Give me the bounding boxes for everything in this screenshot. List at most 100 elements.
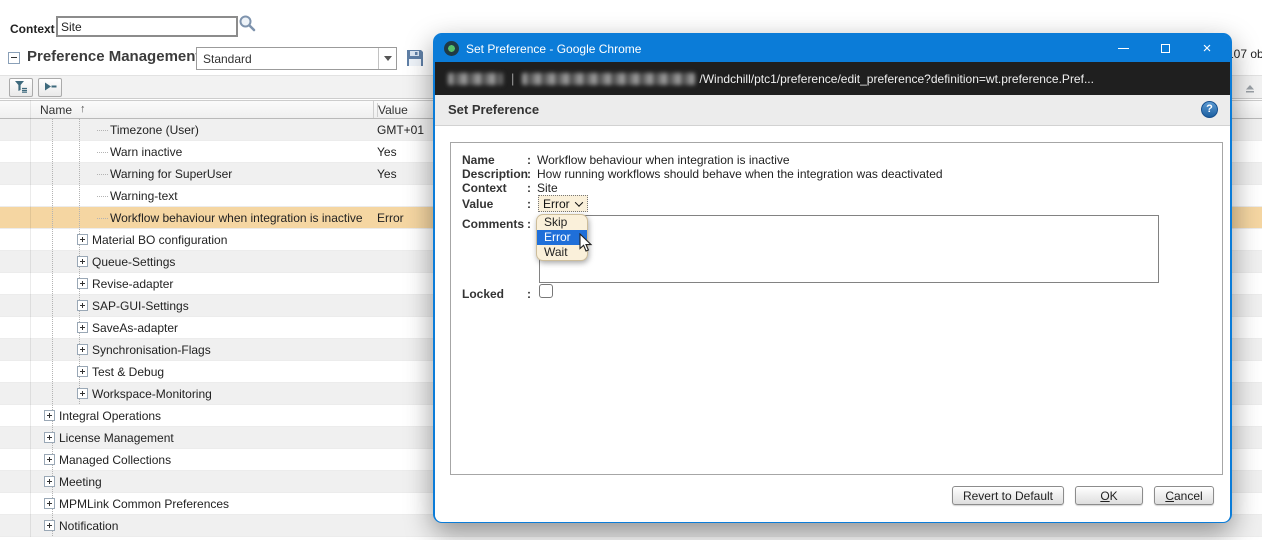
view-dropdown[interactable]: Standard bbox=[196, 47, 397, 70]
colon: : bbox=[527, 181, 531, 195]
comments-textarea[interactable] bbox=[539, 215, 1159, 283]
expand-icon[interactable] bbox=[44, 432, 55, 443]
tree-guide bbox=[97, 152, 108, 153]
set-preference-window: Set Preference - Google Chrome × | /Wind… bbox=[433, 33, 1232, 523]
tree-guide bbox=[52, 163, 53, 184]
expand-icon[interactable] bbox=[77, 256, 88, 267]
objects-count: 107 objects bbox=[1227, 47, 1262, 61]
description-label: Description bbox=[462, 167, 528, 181]
preference-fieldset: Name : Workflow behaviour when integrati… bbox=[450, 142, 1223, 475]
tree-guide bbox=[79, 119, 80, 140]
column-header-value[interactable]: Value bbox=[377, 103, 408, 117]
row-name: Warning for SuperUser bbox=[110, 167, 232, 181]
colon: : bbox=[527, 153, 531, 167]
context-label: Context bbox=[462, 181, 507, 195]
expand-icon[interactable] bbox=[77, 300, 88, 311]
row-name: Notification bbox=[59, 519, 118, 533]
ok-button[interactable]: OK bbox=[1075, 486, 1143, 505]
expand-icon[interactable] bbox=[77, 344, 88, 355]
tree-guide bbox=[52, 251, 53, 272]
dropdown-option[interactable]: Error bbox=[537, 230, 587, 245]
tree-guide bbox=[52, 141, 53, 162]
colon: : bbox=[527, 167, 531, 181]
tree-guide bbox=[79, 185, 80, 206]
row-name: Material BO configuration bbox=[92, 233, 227, 247]
dialog-title: Set Preference bbox=[448, 102, 539, 117]
row-value: GMT+01 bbox=[377, 123, 424, 137]
column-header-name[interactable]: Name bbox=[40, 103, 72, 117]
tree-guide bbox=[52, 273, 53, 294]
value-select[interactable]: Error bbox=[538, 195, 588, 212]
expand-icon[interactable] bbox=[77, 278, 88, 289]
row-name: License Management bbox=[59, 431, 174, 445]
dropdown-option[interactable]: Wait bbox=[537, 245, 587, 260]
save-view-button[interactable] bbox=[405, 48, 425, 68]
expand-icon[interactable] bbox=[44, 454, 55, 465]
tree-guide bbox=[52, 119, 53, 140]
row-name: Test & Debug bbox=[92, 365, 164, 379]
expand-icon[interactable] bbox=[77, 388, 88, 399]
window-title: Set Preference - Google Chrome bbox=[466, 42, 641, 56]
chevron-down-icon bbox=[574, 198, 582, 206]
row-name: Synchronisation-Flags bbox=[92, 343, 211, 357]
tree-guide bbox=[97, 196, 108, 197]
row-name: Queue-Settings bbox=[92, 255, 175, 269]
help-icon[interactable]: ? bbox=[1201, 101, 1218, 118]
context-label: Context bbox=[10, 22, 55, 36]
selector-column-divider bbox=[30, 100, 31, 537]
tree-guide bbox=[52, 295, 53, 316]
row-name: Revise-adapter bbox=[92, 277, 173, 291]
tree-guide bbox=[97, 174, 108, 175]
column-divider bbox=[373, 101, 374, 118]
view-dropdown-value: Standard bbox=[197, 52, 378, 66]
comments-label: Comments bbox=[462, 217, 524, 231]
row-name: SAP-GUI-Settings bbox=[92, 299, 189, 313]
sort-ascending-icon[interactable] bbox=[1244, 82, 1256, 94]
tree-guide bbox=[52, 229, 53, 250]
search-icon[interactable] bbox=[238, 14, 256, 32]
window-titlebar[interactable]: Set Preference - Google Chrome × bbox=[435, 35, 1230, 62]
row-name: Warning-text bbox=[110, 189, 178, 203]
redacted-url-segment bbox=[522, 73, 695, 85]
page-title: Preference Management bbox=[27, 48, 200, 65]
expand-icon[interactable] bbox=[77, 366, 88, 377]
expand-icon[interactable] bbox=[44, 498, 55, 509]
dialog-body: Name : Workflow behaviour when integrati… bbox=[435, 126, 1230, 522]
expand-icon[interactable] bbox=[77, 234, 88, 245]
row-name: Integral Operations bbox=[59, 409, 161, 423]
expand-icon[interactable] bbox=[77, 322, 88, 333]
collapse-all-icon[interactable] bbox=[38, 78, 62, 97]
maximize-icon[interactable] bbox=[1144, 35, 1186, 62]
dropdown-option[interactable]: Skip bbox=[537, 215, 587, 230]
sort-arrow-icon: ↑ bbox=[80, 103, 86, 115]
colon: : bbox=[527, 217, 531, 231]
expand-icon[interactable] bbox=[44, 476, 55, 487]
collapse-section-icon[interactable] bbox=[8, 52, 20, 64]
context-input[interactable] bbox=[56, 16, 238, 37]
cancel-button[interactable]: Cancel bbox=[1154, 486, 1214, 505]
redacted-url-segment bbox=[448, 73, 503, 85]
row-name: Meeting bbox=[59, 475, 102, 489]
url-divider: | bbox=[511, 71, 514, 86]
tree-guide bbox=[52, 207, 53, 228]
tree-guide bbox=[52, 361, 53, 382]
expand-icon[interactable] bbox=[44, 520, 55, 531]
windchill-favicon-icon bbox=[444, 41, 459, 56]
row-value: Error bbox=[377, 211, 404, 225]
tree-guide bbox=[52, 383, 53, 404]
row-value: Yes bbox=[377, 145, 397, 159]
url-text: /Windchill/ptc1/preference/edit_preferen… bbox=[699, 72, 1094, 86]
row-name: Warn inactive bbox=[110, 145, 182, 159]
chevron-down-icon[interactable] bbox=[378, 48, 396, 69]
row-name: Workflow behaviour when integration is i… bbox=[110, 211, 363, 225]
window-controls: × bbox=[1102, 35, 1228, 62]
filter-icon[interactable] bbox=[9, 78, 33, 97]
locked-checkbox[interactable] bbox=[539, 284, 553, 298]
revert-to-default-button[interactable]: Revert to Default bbox=[952, 486, 1064, 505]
minimize-icon[interactable] bbox=[1102, 35, 1144, 62]
expand-icon[interactable] bbox=[44, 410, 55, 421]
row-name: Workspace-Monitoring bbox=[92, 387, 212, 401]
dialog-buttons: Revert to Default OK Cancel bbox=[952, 486, 1214, 505]
tree-guide bbox=[79, 207, 80, 228]
close-icon[interactable]: × bbox=[1186, 35, 1228, 62]
